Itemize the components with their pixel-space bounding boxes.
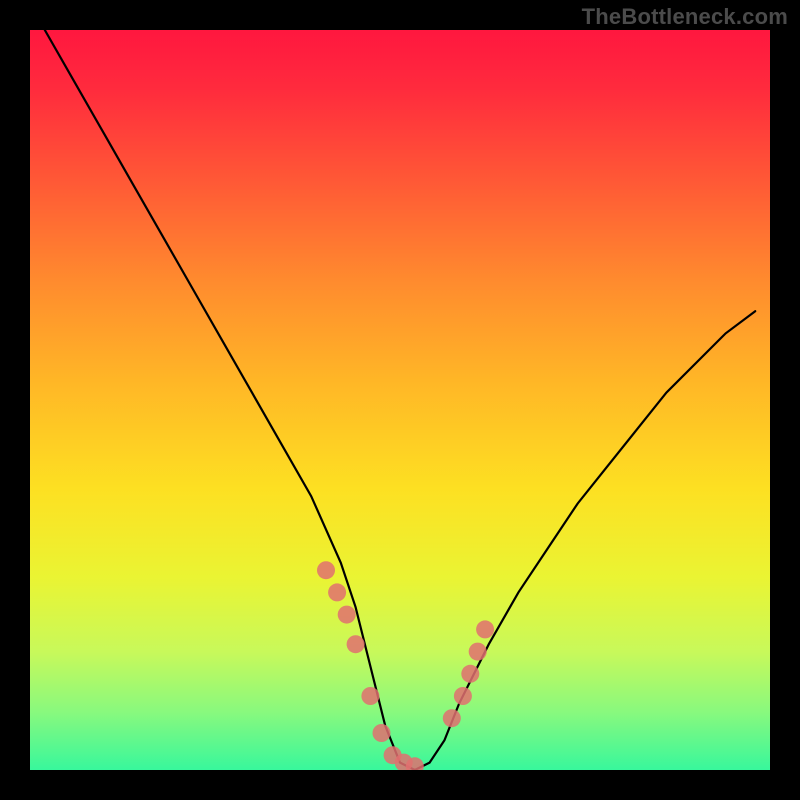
highlight-dot <box>461 665 479 683</box>
highlight-dot <box>476 620 494 638</box>
highlight-dot <box>469 643 487 661</box>
highlight-dot <box>443 709 461 727</box>
highlight-dot <box>328 583 346 601</box>
highlight-dot <box>317 561 335 579</box>
chart-frame: TheBottleneck.com <box>0 0 800 800</box>
highlight-dot <box>338 606 356 624</box>
curve-layer <box>30 30 770 770</box>
highlight-dot <box>361 687 379 705</box>
highlight-dots-right <box>443 620 494 727</box>
highlight-dot <box>347 635 365 653</box>
bottleneck-curve <box>45 30 755 770</box>
plot-area <box>30 30 770 770</box>
highlight-dot <box>373 724 391 742</box>
watermark-text: TheBottleneck.com <box>582 6 788 28</box>
highlight-dot <box>454 687 472 705</box>
